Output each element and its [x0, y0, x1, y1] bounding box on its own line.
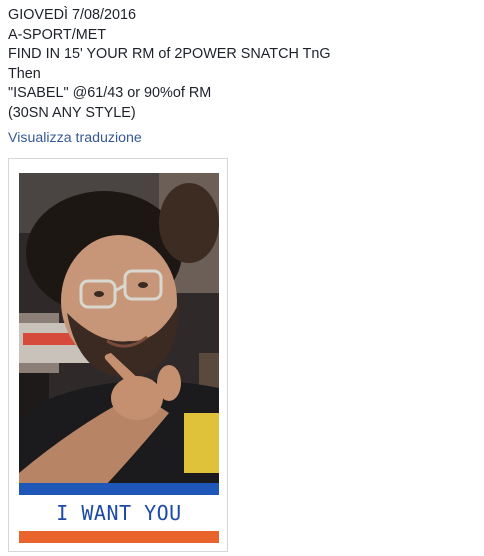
i-want-you-banner: I WANT YOU	[19, 483, 219, 543]
post-line-wod: "ISABEL" @61/43 or 90%of RM	[8, 85, 212, 102]
post-line-style: (30SN ANY STYLE)	[8, 104, 136, 121]
banner-text: I WANT YOU	[56, 501, 182, 525]
post-line-date: GIOVEDÌ 7/08/2016	[8, 7, 136, 23]
man-pointing-photo[interactable]: I WANT YOU	[19, 173, 219, 543]
post-text: GIOVEDÌ 7/08/2016 A-SPORT/MET FIND IN 15…	[8, 6, 478, 124]
post-line-task: FIND IN 15' YOUR RM of 2POWER SNATCH TnG	[8, 46, 331, 63]
banner-blue-stripe	[19, 483, 219, 495]
see-translation-link[interactable]: Visualizza traduzione	[8, 130, 142, 146]
banner-orange-stripe	[19, 531, 219, 543]
photo-card[interactable]: I WANT YOU	[8, 158, 228, 552]
post-line-then: Then	[8, 65, 41, 82]
post-line-category: A-SPORT/MET	[8, 26, 107, 43]
